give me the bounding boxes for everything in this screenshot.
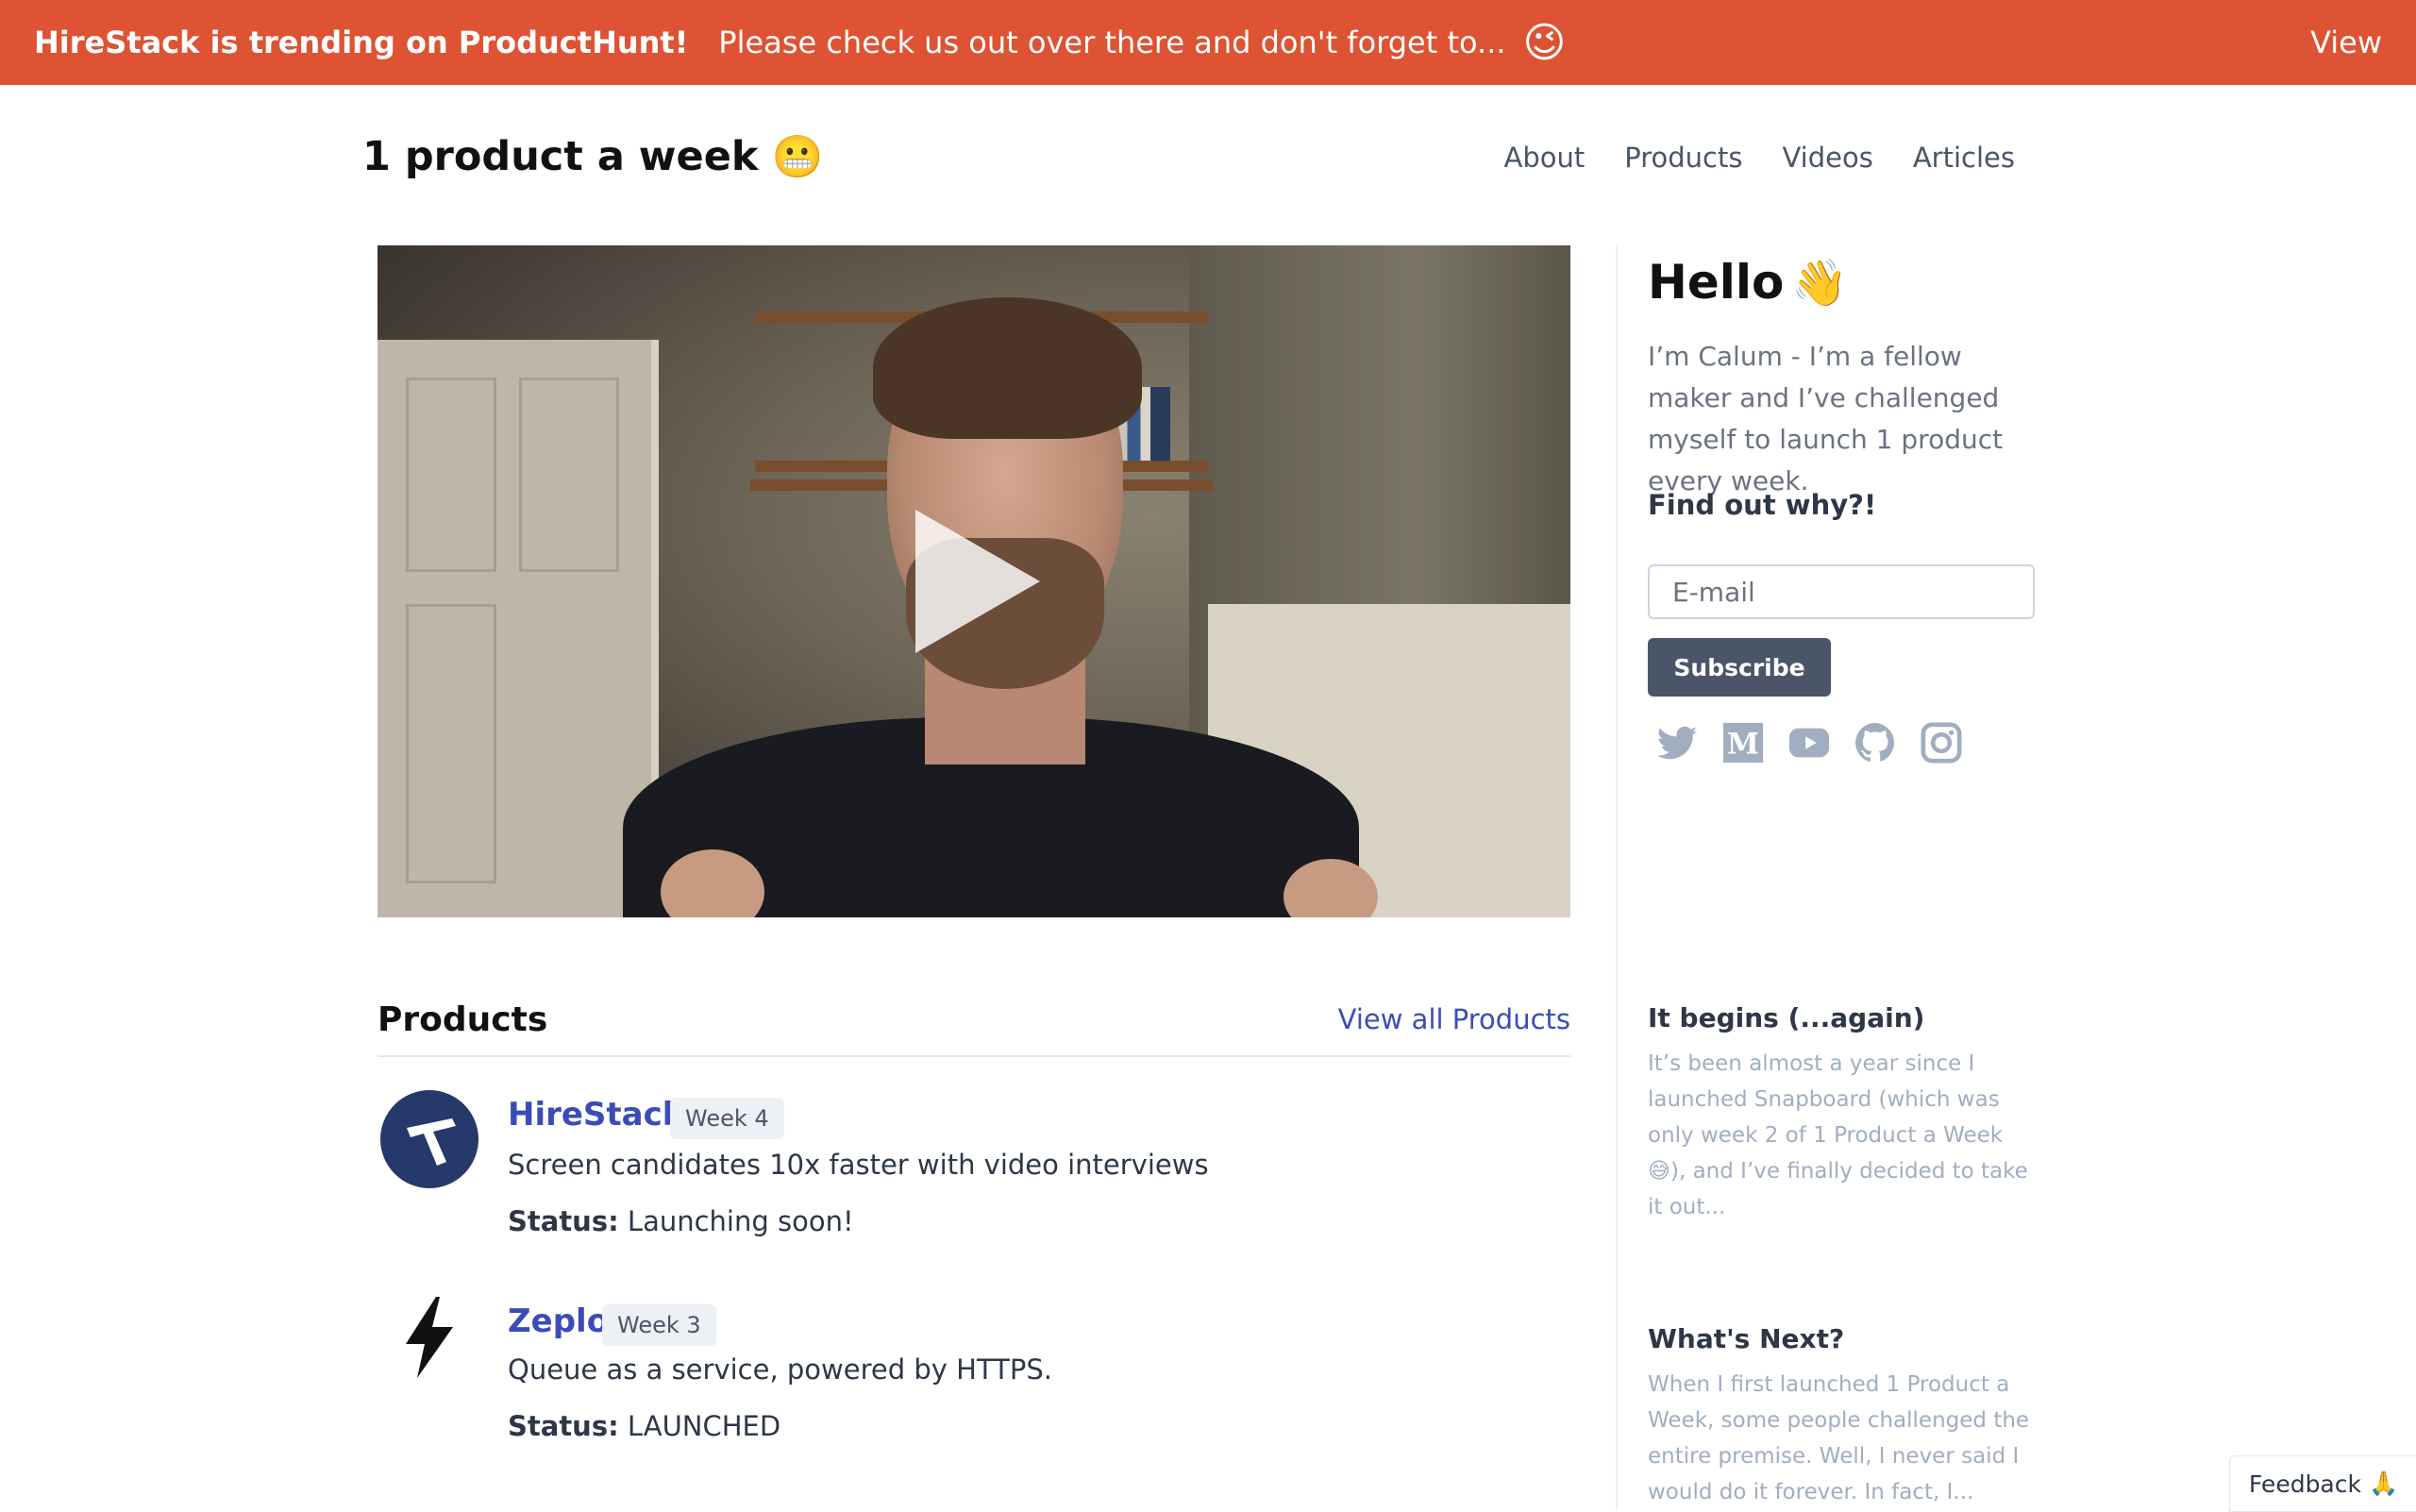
medium-icon[interactable]: M <box>1721 721 1765 764</box>
article-title[interactable]: What's Next? <box>1648 1323 1844 1354</box>
github-icon[interactable] <box>1854 721 1897 764</box>
site-title-text: 1 product a week <box>362 133 759 180</box>
nav-products[interactable]: Products <box>1624 142 1742 174</box>
hirestack-logo[interactable] <box>380 1090 478 1188</box>
product-name[interactable]: Zeplo <box>508 1302 609 1340</box>
banner-message: Please check us out over there and don't… <box>718 25 1506 60</box>
product-status: Status: LAUNCHED <box>508 1410 780 1442</box>
email-field[interactable] <box>1648 564 2035 619</box>
week-badge: Week 3 <box>602 1304 716 1346</box>
subscribe-button[interactable]: Subscribe <box>1648 638 1831 697</box>
product-name[interactable]: HireStack <box>508 1096 683 1134</box>
status-value: LAUNCHED <box>627 1410 781 1442</box>
product-status: Status: Launching soon! <box>508 1205 854 1237</box>
view-all-products-link[interactable]: View all Products <box>1338 1003 1570 1035</box>
product-description: Queue as a service, powered by HTTPS. <box>508 1353 1052 1386</box>
svg-text:M: M <box>1727 728 1759 762</box>
products-heading: Products <box>378 1000 548 1039</box>
week-badge: Week 4 <box>670 1098 784 1139</box>
play-icon[interactable] <box>915 510 1040 653</box>
announcement-banner: HireStack is trending on ProductHunt! Pl… <box>0 0 2416 85</box>
divider <box>378 1055 1570 1057</box>
status-label: Status: <box>508 1205 619 1237</box>
banner-headline: HireStack is trending on ProductHunt! <box>34 25 689 60</box>
video-door <box>378 340 659 917</box>
banner-wink-emoji: 😉 <box>1522 18 1567 67</box>
nav-about[interactable]: About <box>1504 142 1586 174</box>
hello-heading: Hello 👋 <box>1648 255 1848 310</box>
social-links: M <box>1655 721 1963 764</box>
video-person-hair <box>873 297 1142 439</box>
status-value: Launching soon! <box>627 1205 854 1237</box>
nav-videos[interactable]: Videos <box>1782 142 1872 174</box>
youtube-icon[interactable] <box>1787 721 1831 764</box>
hello-text: Hello <box>1648 255 1785 310</box>
intro-text: I’m Calum - I’m a fellow maker and I’ve … <box>1648 341 2004 496</box>
main-nav: About Products Videos Articles <box>1504 142 2016 174</box>
pray-emoji: 🙏 <box>2368 1470 2399 1497</box>
status-label: Status: <box>508 1410 619 1442</box>
product-description: Screen candidates 10x faster with video … <box>508 1149 1209 1181</box>
twitter-icon[interactable] <box>1655 721 1699 764</box>
article-excerpt: When I first launched 1 Product a Week, … <box>1648 1372 2030 1504</box>
find-out-heading: Find out why?! <box>1648 489 1877 521</box>
article-title[interactable]: It begins (...again) <box>1648 1002 1924 1033</box>
instagram-icon[interactable] <box>1920 721 1963 764</box>
lightning-bolt-icon[interactable] <box>396 1295 462 1380</box>
nav-articles[interactable]: Articles <box>1913 142 2015 174</box>
article-excerpt: It’s been almost a year since I launched… <box>1648 1051 2028 1219</box>
intro-video-player[interactable] <box>378 245 1570 917</box>
feedback-label: Feedback <box>2248 1470 2361 1498</box>
sidebar-divider <box>1616 245 1618 1510</box>
site-title[interactable]: 1 product a week 😬 <box>362 132 823 181</box>
wave-emoji: 👋 <box>1791 257 1849 310</box>
banner-view-link[interactable]: View <box>2310 0 2382 85</box>
site-title-emoji: 😬 <box>771 133 824 181</box>
feedback-button[interactable]: Feedback 🙏 <box>2229 1455 2416 1512</box>
